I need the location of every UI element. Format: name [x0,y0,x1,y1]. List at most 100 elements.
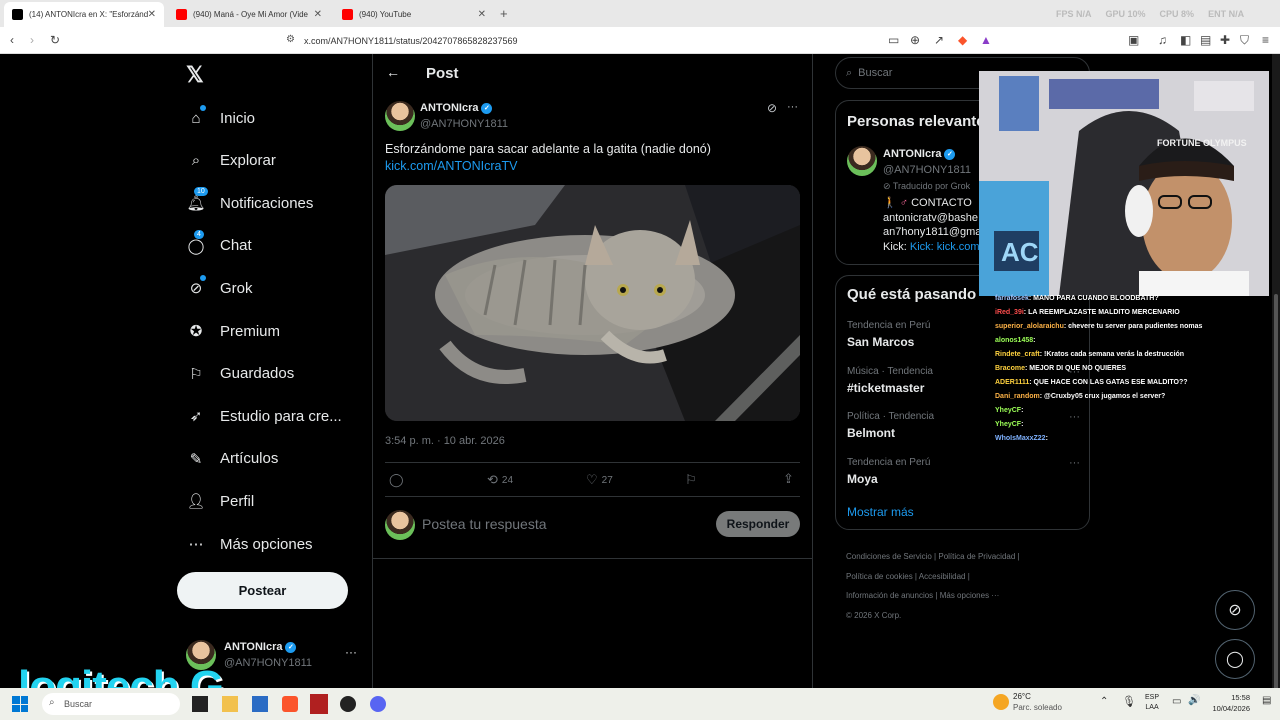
extensions-icon[interactable]: ✚ [1220,33,1230,47]
microphone-icon[interactable]: 🎙 [1122,695,1136,708]
account-handle: @AN7HONY1811 [224,657,312,669]
grok-float-icon[interactable]: ⊘ [1215,590,1255,630]
search-icon: ⌕ [846,66,853,79]
nav-item-guardados[interactable]: ⚐ Guardados [186,359,294,389]
chat-message: YheyCF: [995,418,1245,432]
avatar[interactable] [847,146,877,176]
share-icon[interactable]: ⇪ [783,471,794,487]
site-info-icon[interactable]: ⚙ [286,34,295,45]
notifications-icon[interactable]: ▤ [1262,695,1271,706]
x-logo-icon[interactable]: 𝕏 [186,62,204,88]
author-avatar[interactable] [385,101,415,131]
cast-icon[interactable]: ▭ [888,33,899,47]
like-button[interactable]: ♡ 27 [586,472,613,488]
reload-icon[interactable]: ↻ [50,33,60,47]
show-more-link[interactable]: Mostrar más [847,505,914,519]
grok-icon[interactable]: ⊘ [767,101,777,115]
nav-item-artículos[interactable]: ✎ Artículos [186,444,279,474]
article-icon: ✎ [189,450,203,468]
chat-text: : MEJOR DI QUE NO QUIERES [1024,365,1127,372]
tab-youtube[interactable]: (940) YouTube ✕ [334,2,494,27]
sidebar-icon[interactable]: ▣ [1128,33,1139,47]
panel-icon[interactable]: ◧ [1180,33,1191,47]
translated-note: ⊘ Traducido por Grok [883,181,970,192]
footer-link[interactable]: Información de anuncios [846,591,933,600]
more-dots-icon[interactable]: ··· [787,101,798,113]
author-name-row[interactable]: ANTONIcra ✓ [420,102,493,114]
scrollbar-thumb[interactable] [1274,294,1278,714]
menu-icon[interactable]: ≡ [1262,33,1269,47]
nav-item-inicio[interactable]: ⌂ Inicio [186,103,255,133]
vpn-icon[interactable]: ⛉ [1240,33,1249,48]
footer-links: Condiciones de Servicio | Política de Pr… [846,552,1020,620]
obs-icon[interactable] [340,696,356,712]
footer-link[interactable]: Más opciones ··· [940,591,1000,600]
taskbar-search[interactable]: ⌕ Buscar [42,693,180,715]
tray-chevron-icon[interactable]: ⌃ [1100,696,1108,707]
relevant-name[interactable]: ANTONIcra [883,148,941,160]
reply-input[interactable]: Postea tu respuesta [422,516,547,532]
forward-icon[interactable]: › [30,33,34,47]
footer-link[interactable]: Accesibilidad [919,572,966,581]
taskview-icon[interactable] [192,696,208,712]
store-icon[interactable] [252,696,268,712]
nav-item-más[interactable]: ⋯ Más opciones [186,529,313,559]
network-icon[interactable]: ▭ [1172,696,1181,707]
brave-shield-icon[interactable]: ◆ [958,33,967,47]
post-link[interactable]: kick.com/ANTONIcraTV [385,159,517,173]
retweet-button[interactable]: ⟲ 24 [487,472,513,488]
nav-item-explorar[interactable]: ⌕ Explorar [186,146,276,176]
chat-message: iRed_39i: LA REEMPLAZASTE MALDITO MERCEN… [995,306,1245,320]
messages-float-icon[interactable]: ◯ [1215,639,1255,679]
language-indicator[interactable]: ESP LAA [1145,693,1159,713]
nav-item-grok[interactable]: ⊘ Grok [186,273,253,303]
back-arrow-icon[interactable]: ← [386,64,400,80]
chat-username: alonos1458 [995,337,1034,344]
weather-desc[interactable]: Parc. soleado [1013,703,1062,712]
footer-link[interactable]: Política de Privacidad [938,552,1015,561]
windows-start-icon[interactable] [12,696,28,712]
zoom-icon[interactable]: ⊕ [910,33,920,47]
back-icon[interactable]: ‹ [10,33,14,47]
reply-icon[interactable]: ◯ [389,472,404,488]
new-tab-button[interactable]: + [500,6,508,21]
weather-icon[interactable] [993,694,1009,710]
app-icon[interactable] [310,694,328,714]
brave-icon[interactable] [282,696,298,712]
more-dots-icon[interactable]: ··· [345,645,357,659]
file-explorer-icon[interactable] [222,696,238,712]
bookmark-icon[interactable]: ⚐ [685,472,697,488]
nav-item-estudio[interactable]: ➶ Estudio para cre... [186,401,342,431]
nav-item-chat[interactable]: ◯ 4 Chat [186,229,252,261]
more-icon: ⋯ [188,536,204,553]
chat-username: ADER1111 [995,379,1030,386]
more-dots-icon[interactable]: ··· [1069,457,1080,469]
footer-link[interactable]: Condiciones de Servicio [846,552,932,561]
brave-rewards-icon[interactable]: ▲ [980,33,992,47]
trend-item[interactable]: Tendencia en Perú Moya ··· [847,457,1080,486]
copyright: © 2026 X Corp. [846,610,902,620]
nav-item-premium[interactable]: ✪ Premium [186,316,280,346]
media-icon[interactable]: ♫ [1158,33,1167,47]
post-timestamp[interactable]: 3:54 p. m. · 10 abr. 2026 [385,435,505,447]
tab-mana[interactable]: (940) Maná - Oye Mi Amor (Vide ✕ [168,2,330,27]
count-badge: 10 [194,187,208,197]
reply-button[interactable]: Responder [716,511,800,537]
close-tab-icon[interactable]: ✕ [478,9,486,20]
chat-username: superior_alolaraichu [995,323,1064,330]
wallet-icon[interactable]: ▤ [1200,33,1211,47]
clock[interactable]: 15:58 10/04/2026 [1210,692,1250,714]
scrollbar[interactable] [1272,54,1280,714]
close-tab-icon[interactable]: ✕ [148,9,156,20]
post-image[interactable] [385,185,800,421]
close-tab-icon[interactable]: ✕ [314,9,322,20]
share-icon[interactable]: ↗ [934,33,944,47]
tab-active[interactable]: (14) ANTONIcra en X: "Esforzánd ✕ [4,2,164,27]
footer-link[interactable]: Política de cookies [846,572,913,581]
nav-item-notificaciones[interactable]: 🔔︎ 10 Notificaciones [186,187,313,218]
weather-temp[interactable]: 26°C [1013,692,1031,701]
discord-icon[interactable] [370,696,386,712]
volume-icon[interactable]: 🔊 [1188,695,1200,706]
post-button[interactable]: Postear [177,572,348,609]
nav-item-perfil[interactable]: 👤︎ Perfil [186,486,254,516]
